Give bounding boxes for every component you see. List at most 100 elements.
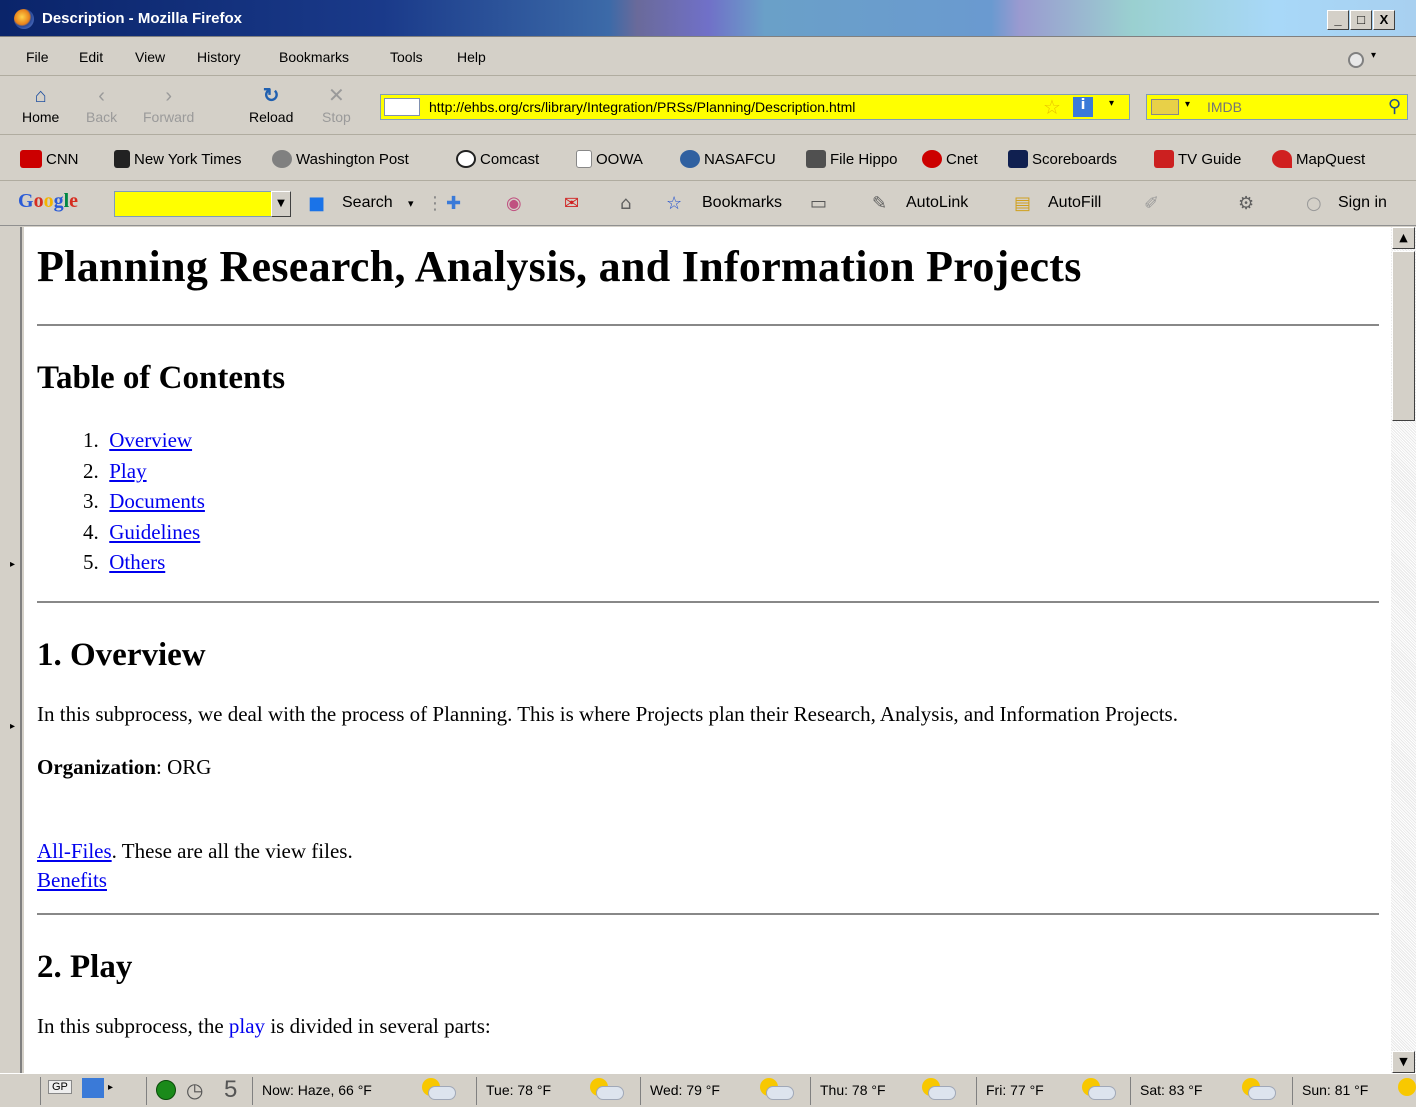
engine-dropdown-icon[interactable]: ▾ [1185,99,1190,110]
bookmark-star-icon[interactable]: ☆ [1043,95,1061,119]
autofill-icon[interactable]: ▤ [1014,193,1031,214]
window-title: Description - Mozilla Firefox [42,10,243,27]
status-divider [252,1077,253,1105]
google-search-icon[interactable]: ■ [308,193,325,214]
autofill-button[interactable]: AutoFill [1048,194,1101,212]
google-search-input[interactable] [114,191,272,217]
share-icon[interactable]: ◉ [506,193,522,214]
stop-button[interactable]: ✕ Stop [322,83,351,125]
back-button[interactable]: ‹ Back [86,83,117,125]
info-icon[interactable]: i [1073,97,1093,117]
status-ok-icon[interactable] [156,1080,176,1100]
bookmark-wapo[interactable]: Washington Post [272,150,409,168]
bookmark-oowa[interactable]: OOWA [576,150,643,168]
bookmark-comcast[interactable]: Comcast [456,150,539,168]
scroll-up-button[interactable]: ▲ [1392,227,1415,249]
toc-number: 1. [83,428,99,452]
search-input[interactable] [1205,98,1375,116]
toc-link-guidelines[interactable]: Guidelines [109,520,200,544]
gmail-icon[interactable]: ✉ [564,193,579,214]
status-divider [1292,1077,1293,1105]
weather-cloud-icon [588,1078,626,1102]
addon-icon[interactable] [82,1078,104,1098]
bookmark-nasafcu[interactable]: NASAFCU [680,150,776,168]
firefox-icon[interactable] [14,9,34,29]
divider [37,600,1379,603]
weather-wed[interactable]: Wed: 79 °F [650,1082,720,1098]
library-icon[interactable]: ⌂ [620,193,631,214]
menu-tools[interactable]: Tools [390,49,423,65]
url-bar[interactable]: http://ehbs.org/crs/library/Integration/… [380,94,1130,120]
bookmark-nyt[interactable]: New York Times [114,150,242,168]
chevron-right-icon[interactable]: ▸ [108,1082,113,1093]
bookmark-filehippo[interactable]: File Hippo [806,150,898,168]
minimize-button[interactable]: _ [1327,10,1349,30]
forward-button[interactable]: › Forward [143,83,194,125]
plus-icon[interactable]: ✚ [446,193,461,214]
google-bookmarks-button[interactable]: Bookmarks [702,194,782,212]
wrench-icon[interactable]: ⚙ [1238,193,1254,214]
bookmark-mapquest[interactable]: MapQuest [1272,150,1365,168]
menu-file[interactable]: File [26,49,49,65]
bookmark-tvguide[interactable]: TV Guide [1154,150,1241,168]
scroll-down-button[interactable]: ▼ [1392,1051,1415,1073]
chevron-down-icon[interactable]: ▾ [1371,50,1376,61]
menu-bookmarks[interactable]: Bookmarks [279,49,349,65]
google-logo[interactable]: Google [18,190,78,213]
close-button[interactable]: X [1373,10,1395,30]
bookmark-label: Cnet [946,151,978,168]
chevron-down-icon[interactable]: ▾ [408,197,414,210]
weather-now[interactable]: Now: Haze, 66 °F [262,1082,372,1098]
signin-button[interactable]: Sign in [1338,194,1387,212]
autolink-icon[interactable]: ✎ [872,193,887,214]
expand-arrow-icon[interactable]: ▸ [10,721,15,732]
toc-link-overview[interactable]: Overview [109,428,192,452]
imdb-engine-icon[interactable] [1151,99,1179,115]
status-divider [810,1077,811,1105]
toc-item: 1. Overview [83,425,1379,456]
menu-history[interactable]: History [197,49,241,65]
expand-arrow-icon[interactable]: ▸ [10,559,15,570]
play-link[interactable]: play [229,1014,265,1038]
menu-view[interactable]: View [135,49,165,65]
divider [37,324,1379,326]
weather-sat[interactable]: Sat: 83 °F [1140,1082,1202,1098]
reload-button[interactable]: ↻ Reload [249,83,293,125]
star-icon[interactable]: ☆ [666,193,682,214]
gp-icon[interactable]: GP [48,1080,72,1094]
search-icon[interactable]: ⚲ [1388,96,1401,117]
sidebar-grip[interactable]: ▸ ▸ [8,227,22,1073]
menu-edit[interactable]: Edit [79,49,103,65]
bookmark-cnn[interactable]: CNN [20,150,79,168]
bookmark-cnet[interactable]: Cnet [922,150,978,168]
google-search-button[interactable]: Search [342,194,393,212]
comcast-icon [456,150,476,168]
menu-help[interactable]: Help [457,49,486,65]
weather-fri[interactable]: Fri: 77 °F [986,1082,1044,1098]
url-dropdown-icon[interactable]: ▾ [1109,98,1114,109]
toc-number: 5. [83,550,99,574]
clock-icon[interactable]: ◷ [186,1078,203,1103]
vertical-scrollbar[interactable]: ▲ ▼ [1391,227,1416,1073]
allfiles-link[interactable]: All-Files [37,839,112,863]
weather-sun[interactable]: Sun: 81 °F [1302,1082,1368,1098]
search-bar[interactable]: ▾ ⚲ [1146,94,1408,120]
dropdown-box-icon[interactable]: ▭ [810,193,827,214]
toc-link-documents[interactable]: Documents [109,489,205,513]
scrollbar-thumb[interactable] [1392,251,1415,421]
stop-label: Stop [322,109,351,125]
toc-link-play[interactable]: Play [109,459,146,483]
autolink-button[interactable]: AutoLink [906,194,968,212]
benefits-link[interactable]: Benefits [37,868,107,892]
weather-cloud-icon [1240,1078,1278,1102]
status-divider [640,1077,641,1105]
url-text[interactable]: http://ehbs.org/crs/library/Integration/… [429,99,855,115]
weather-tue[interactable]: Tue: 78 °F [486,1082,551,1098]
toc-link-others[interactable]: Others [109,550,165,574]
maximize-button[interactable]: □ [1350,10,1372,30]
weather-thu[interactable]: Thu: 78 °F [820,1082,886,1098]
google-dropdown-icon[interactable]: ▼ [271,191,291,217]
pencil-icon[interactable]: ✐ [1144,193,1159,214]
home-button[interactable]: ⌂ Home [22,83,59,125]
bookmark-scoreboards[interactable]: Scoreboards [1008,150,1117,168]
